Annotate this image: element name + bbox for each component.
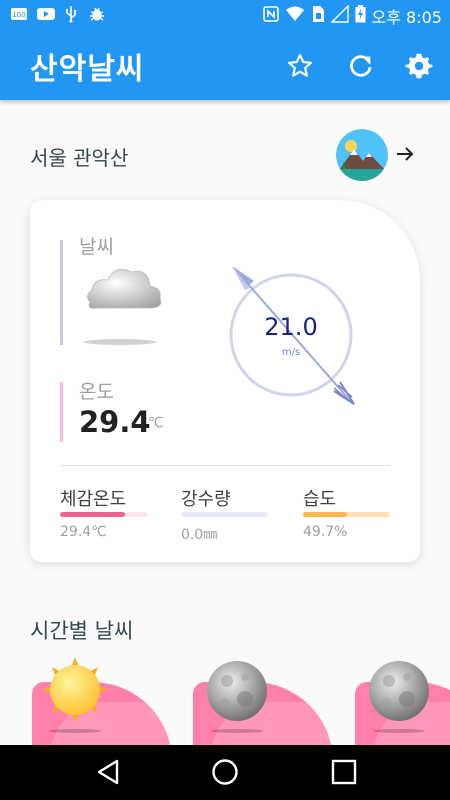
back-button[interactable] [93, 757, 123, 787]
card-divider [60, 465, 390, 466]
svg-text:100: 100 [12, 11, 25, 19]
humidity-bar [303, 512, 390, 517]
star-icon [287, 53, 313, 77]
status-bar: 100 오후 8:05 [0, 0, 450, 30]
app-title: 산악날씨 [30, 52, 145, 87]
wind-speed-value: 21.0 [264, 313, 318, 341]
feels-like-label: 체감온도 [60, 489, 127, 510]
sim-icon [311, 5, 325, 27]
refresh-icon [350, 55, 372, 77]
weather-label: 날씨 [79, 236, 114, 258]
favorite-button[interactable] [286, 52, 314, 80]
notification-100-icon: 100 [10, 5, 28, 23]
youtube-icon [36, 5, 55, 23]
location-detail-button[interactable] [394, 143, 416, 165]
recents-icon [331, 759, 357, 785]
cloudy-icon [80, 260, 166, 350]
home-button[interactable] [210, 757, 240, 787]
app-bar: 산악날씨 [0, 30, 450, 100]
current-weather-card: 날씨 온도 29.4 ℃ 21.0 m/s 체감온도 29.4℃ 강수량 0.0… [30, 200, 420, 562]
temp-unit: ℃ [148, 415, 164, 431]
precipitation-label: 강수량 [181, 489, 231, 510]
location-name: 서울 관악산 [30, 146, 129, 170]
mountain-landscape-icon [336, 129, 388, 181]
home-icon [212, 759, 238, 785]
back-icon [97, 759, 119, 785]
moon-icon [367, 659, 431, 737]
feels-like-value: 29.4℃ [60, 524, 107, 540]
refresh-button[interactable] [347, 52, 375, 80]
settings-button[interactable] [405, 52, 433, 80]
temp-accent-bar [60, 382, 63, 442]
hourly-list[interactable] [0, 655, 450, 745]
location-thumbnail[interactable] [336, 129, 388, 181]
wifi-icon [285, 5, 305, 27]
arrow-right-icon [397, 147, 414, 161]
status-time: 오후 8:05 [371, 8, 442, 27]
wind-speed-unit: m/s [281, 347, 301, 358]
temp-value: 29.4 [79, 405, 151, 439]
moon-icon [205, 659, 269, 737]
recents-button[interactable] [329, 757, 359, 787]
precipitation-value: 0.0㎜ [181, 527, 218, 543]
weather-accent-bar [60, 240, 63, 345]
temp-label: 온도 [79, 381, 114, 403]
humidity-value: 49.7% [303, 524, 348, 540]
wind-gauge: 21.0 m/s [228, 264, 364, 412]
sun-icon [40, 655, 110, 737]
bug-icon [88, 5, 106, 23]
hourly-section-title: 시간별 날씨 [30, 619, 134, 643]
settings-icon [405, 53, 433, 79]
battery-charging-icon [355, 5, 366, 27]
precipitation-bar [181, 512, 268, 517]
signal-icon [329, 4, 349, 27]
nfc-icon [262, 5, 279, 27]
feels-like-bar [60, 512, 147, 517]
navigation-bar [0, 745, 450, 800]
usb-icon [62, 5, 80, 23]
humidity-label: 습도 [303, 489, 337, 510]
